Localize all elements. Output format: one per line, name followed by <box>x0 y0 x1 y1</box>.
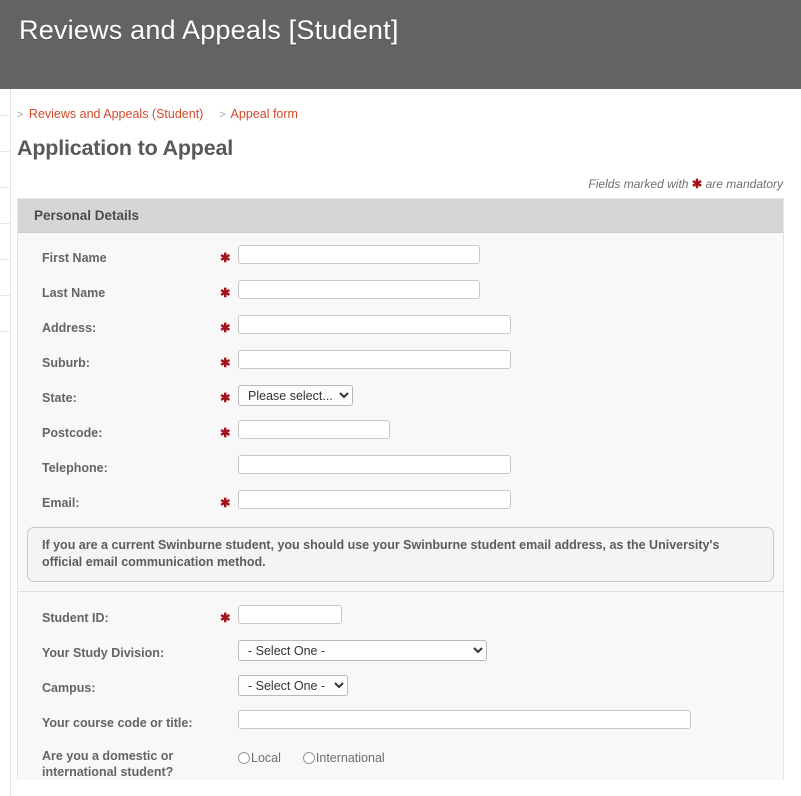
radio-button-icon[interactable] <box>238 752 250 764</box>
email-notice-wrapper: If you are a current Swinburne student, … <box>18 522 783 591</box>
study-details-fields: Student ID: ✱ Your Study Division: - Sel… <box>18 592 783 780</box>
app-title: Reviews and Appeals [Student] <box>19 15 399 45</box>
form-row-student-type: Are you a domestic or international stud… <box>18 742 783 780</box>
label-postcode: Postcode: <box>42 426 103 440</box>
page-title: Application to Appeal <box>17 136 233 160</box>
required-asterisk-icon: ✱ <box>220 321 231 335</box>
label-course-code: Your course code or title: <box>42 716 193 730</box>
appeal-form-panel: Personal Details First Name ✱ Last Name … <box>17 198 784 780</box>
form-row-first-name: First Name ✱ <box>18 242 783 277</box>
email-notice: If you are a current Swinburne student, … <box>27 527 774 582</box>
left-nav-gutter <box>0 89 11 796</box>
student-type-no-required-marker <box>220 742 238 750</box>
campus-select[interactable]: - Select One - <box>238 675 348 696</box>
label-email: Email: <box>42 496 80 510</box>
breadcrumb-link-reviews-and-appeals[interactable]: Reviews and Appeals (Student) <box>29 107 203 121</box>
radio-label-local: Local <box>251 751 281 765</box>
required-asterisk-icon: ✱ <box>691 177 703 191</box>
form-row-suburb: Suburb: ✱ <box>18 347 783 382</box>
required-asterisk-icon: ✱ <box>220 391 231 405</box>
form-row-study-division: Your Study Division: - Select One - <box>18 637 783 672</box>
mandatory-note-text-before: Fields marked with <box>588 177 689 191</box>
radio-label-international: International <box>315 751 385 765</box>
label-student-id: Student ID: <box>42 611 109 625</box>
required-asterisk-icon: ✱ <box>220 611 231 625</box>
required-asterisk-icon: ✱ <box>220 286 231 300</box>
label-telephone: Telephone: <box>42 461 108 475</box>
label-campus: Campus: <box>42 681 96 695</box>
required-asterisk-icon: ✱ <box>220 251 231 265</box>
breadcrumb-separator-2: > <box>219 109 226 121</box>
breadcrumb-separator-1: > <box>17 109 24 121</box>
form-row-address: Address: ✱ <box>18 312 783 347</box>
section-header-personal-details: Personal Details <box>18 199 783 233</box>
telephone-input[interactable] <box>238 455 511 474</box>
form-row-last-name: Last Name ✱ <box>18 277 783 312</box>
label-study-division: Your Study Division: <box>42 646 164 660</box>
page-content: > Reviews and Appeals (Student) > Appeal… <box>0 89 801 780</box>
required-asterisk-icon: ✱ <box>220 426 231 440</box>
form-row-postcode: Postcode: ✱ <box>18 417 783 452</box>
study-division-no-required-marker <box>220 637 238 645</box>
form-row-telephone: Telephone: <box>18 452 783 487</box>
address-input[interactable] <box>238 315 511 334</box>
form-row-email: Email: ✱ <box>18 487 783 522</box>
study-division-select[interactable]: - Select One - <box>238 640 487 661</box>
course-code-input[interactable] <box>238 710 691 729</box>
app-banner: Reviews and Appeals [Student] <box>0 0 801 89</box>
radio-option-local[interactable]: Local <box>238 751 281 765</box>
student-type-radio-group: Local International <box>238 745 783 765</box>
required-asterisk-icon: ✱ <box>220 496 231 510</box>
label-student-type: Are you a domestic or international stud… <box>42 749 174 779</box>
state-select[interactable]: Please select... <box>238 385 353 406</box>
label-state: State: <box>42 391 77 405</box>
campus-no-required-marker <box>220 672 238 680</box>
label-address: Address: <box>42 321 97 335</box>
form-row-campus: Campus: - Select One - <box>18 672 783 707</box>
radio-button-icon[interactable] <box>302 752 315 764</box>
breadcrumb: > Reviews and Appeals (Student) > Appeal… <box>17 89 784 123</box>
form-row-course-code: Your course code or title: <box>18 707 783 742</box>
form-row-state: State: ✱ Please select... <box>18 382 783 417</box>
required-asterisk-icon: ✱ <box>220 356 231 370</box>
breadcrumb-link-appeal-form[interactable]: Appeal form <box>231 107 298 121</box>
email-input[interactable] <box>238 490 511 509</box>
last-name-input[interactable] <box>238 280 480 299</box>
mandatory-note-text-after: are mandatory <box>705 177 783 191</box>
label-suburb: Suburb: <box>42 356 90 370</box>
telephone-no-required-marker <box>220 452 238 460</box>
student-id-input[interactable] <box>238 605 342 624</box>
first-name-input[interactable] <box>238 245 480 264</box>
suburb-input[interactable] <box>238 350 511 369</box>
personal-details-fields: First Name ✱ Last Name ✱ Address: ✱ Subu… <box>18 233 783 522</box>
label-first-name: First Name <box>42 251 107 265</box>
form-row-student-id: Student ID: ✱ <box>18 602 783 637</box>
label-last-name: Last Name <box>42 286 106 300</box>
course-code-no-required-marker <box>220 707 238 715</box>
radio-option-international[interactable]: International <box>302 751 385 765</box>
mandatory-fields-note: Fields marked with ✱ are mandatory <box>17 176 784 191</box>
postcode-input[interactable] <box>238 420 390 439</box>
